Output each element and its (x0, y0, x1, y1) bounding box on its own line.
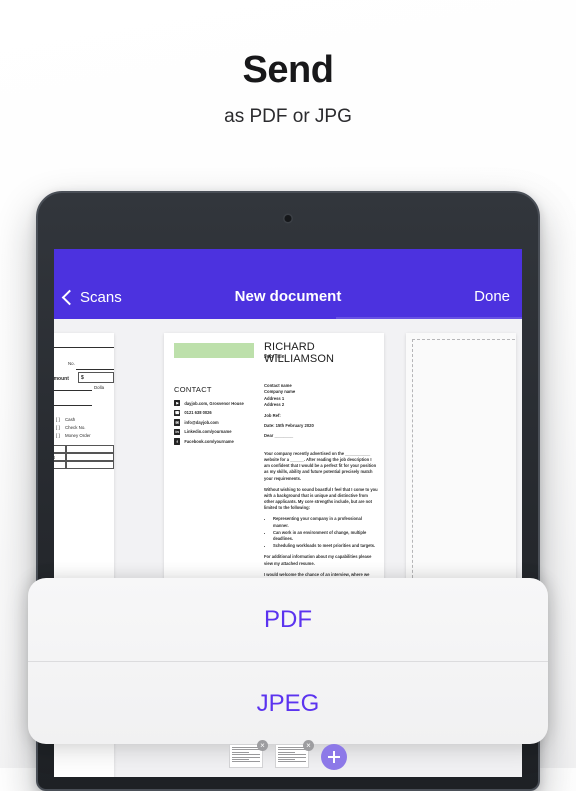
receipt-dollars-label: Dolla (94, 385, 105, 390)
cv-contact-text: info@dayjob.com (184, 419, 219, 425)
cv-salutation: Dear ________ (264, 433, 294, 439)
cv-contact-text: Linkedin.com/yourname (184, 429, 232, 435)
list-item: ✉ info@dayjob.com (174, 419, 244, 426)
export-pdf-button[interactable]: PDF (28, 578, 548, 661)
list-item: ⚑ dayjob.com, Grosvenor House (174, 400, 244, 407)
phone-icon: ☎ (174, 409, 181, 416)
cv-paragraph: Your company recently advertised on the … (264, 451, 377, 481)
cv-paragraph: Without wishing to sound boastful I feel… (264, 486, 378, 511)
cv-contact-text: dayjob.com, Grosvenor House (184, 400, 244, 406)
cv-job-title: Job Title (264, 354, 285, 360)
receipt-checkbox[interactable]: [ ] (56, 425, 60, 430)
receipt-option-check: Check No. (65, 425, 86, 430)
page-title: Send (242, 49, 334, 91)
receipt-no-label: No. (68, 361, 75, 366)
close-icon[interactable]: × (257, 740, 268, 751)
close-icon[interactable]: × (303, 740, 314, 751)
receipt-amount-label: Amount (54, 376, 69, 382)
cv-body: Your company recently advertised on the … (264, 451, 378, 589)
receipt-option-money-order: Money Order (65, 433, 91, 438)
facebook-icon: f (174, 438, 181, 445)
accent-block (174, 343, 254, 358)
linkedin-icon: in (174, 428, 181, 436)
cv-contact-heading: CONTACT (174, 385, 212, 394)
scan-page-receipt-1[interactable]: No. Amount $ Dolla Paid by [ ] Cash [ ] … (54, 333, 114, 589)
receipt-checkbox[interactable]: [ ] (56, 417, 60, 422)
list-item: Representing your company in a professio… (273, 516, 378, 529)
page-subtitle: as PDF or JPG (224, 105, 352, 127)
done-button[interactable]: Done (474, 283, 510, 311)
list-item: Scheduling workloads to meet priorities … (273, 543, 378, 550)
receipt-dollar-sign: $ (81, 375, 84, 381)
add-page-placeholder[interactable] (406, 333, 516, 589)
cv-bullet-list: Representing your company in a professio… (264, 516, 378, 549)
scan-page-cover-letter[interactable]: RICHARD WILLIAMSON Job Title CONTACT ⚑ d… (164, 333, 384, 589)
thumbnail-item[interactable]: × (275, 740, 314, 768)
promo-header: Send as PDF or JPG (0, 0, 576, 128)
cv-name: RICHARD WILLIAMSON (264, 341, 335, 365)
thumbnail-item[interactable]: × (229, 740, 268, 768)
receipt-row-label: This Payment (54, 455, 55, 460)
document-title: New document (234, 288, 342, 305)
list-item: in Linkedin.com/yourname (174, 428, 244, 436)
receipt-option-cash: Cash (65, 417, 76, 422)
receipt-checkbox[interactable]: [ ] (56, 433, 60, 438)
list-item: f Facebook.com/yourname (174, 438, 244, 445)
cv-contact-list: ⚑ dayjob.com, Grosvenor House ☎ 0121 638… (174, 400, 244, 448)
location-pin-icon: ⚑ (174, 400, 181, 407)
thumbnail-strip: × × (0, 740, 576, 770)
export-format-action-sheet: PDF JPEG (28, 578, 548, 744)
navigation-bar: Scans New document Done (54, 249, 522, 319)
dashed-outline (412, 339, 516, 589)
list-item: ☎ 0121 638 0026 (174, 409, 244, 416)
camera-icon (284, 215, 292, 222)
cv-contact-text: Facebook.com/yourname (184, 439, 234, 444)
export-jpeg-button[interactable]: JPEG (28, 662, 548, 744)
cv-recipient-block: Contact name Company name Address 1 Addr… (264, 383, 376, 440)
add-page-button[interactable] (321, 744, 347, 770)
cv-contact-text: 0121 638 0026 (184, 410, 212, 416)
list-item: Can work in an environment of change, mu… (273, 530, 378, 543)
email-icon: ✉ (174, 419, 181, 426)
cv-paragraph: For additional information about my capa… (264, 554, 372, 566)
